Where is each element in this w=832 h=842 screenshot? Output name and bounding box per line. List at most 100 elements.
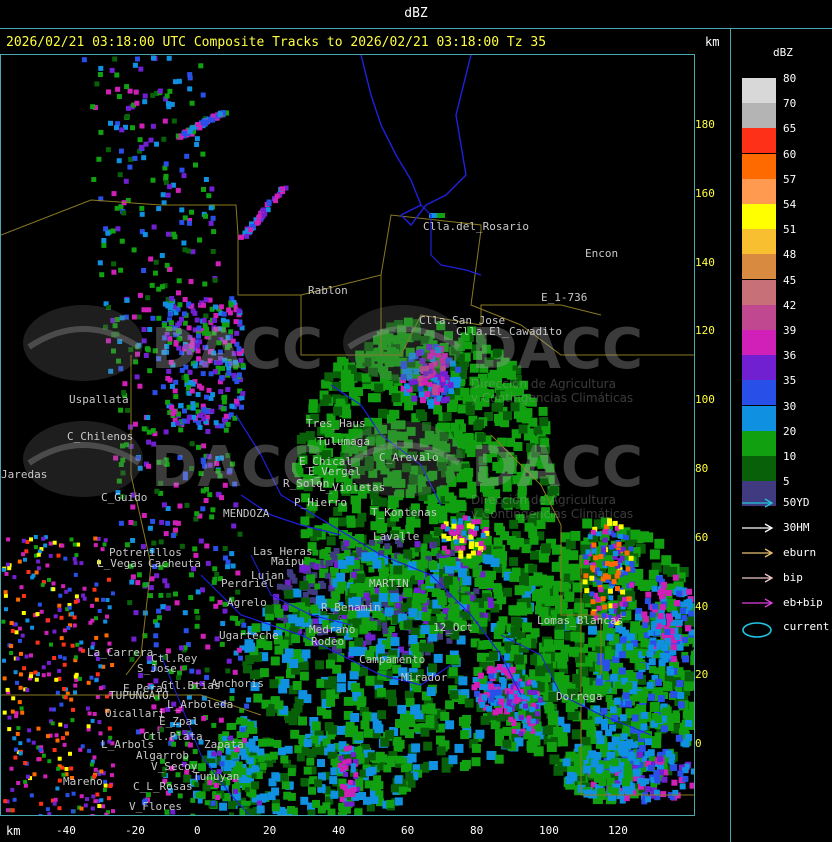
place-label: Ugarteche (219, 629, 279, 642)
track-legend-item: eburn (741, 544, 832, 564)
place-label: Anchoris (211, 677, 264, 690)
place-label: Tres_Haus (306, 417, 366, 430)
track-legend-item: 50YD (741, 494, 832, 514)
place-label: Oicallari (105, 707, 165, 720)
scale-label: 57 (783, 172, 797, 186)
x-tick-label: 40 (332, 824, 346, 837)
place-label: La_Carrera (87, 646, 154, 659)
y-tick-label: 0 (695, 737, 702, 751)
scale-swatch (742, 254, 776, 280)
y-tick-label: 60 (695, 530, 709, 544)
place-label: Rablon (308, 284, 348, 297)
place-label: C_Arevalo (379, 451, 439, 464)
place-label: R_Benamin (321, 601, 381, 614)
place-label: V_Secoy (151, 760, 198, 773)
place-label: Las_Heras (253, 545, 313, 558)
scale-label: 35 (783, 374, 797, 388)
scale-label: 36 (783, 349, 797, 363)
place-label: MARTIN (369, 577, 409, 590)
watermark-tagline: Dirección de Agricultura (471, 493, 616, 507)
current-label: current (783, 620, 830, 633)
place-label: Mirador (401, 671, 448, 684)
scale-swatch (742, 330, 776, 355)
legend-panel: dBZ 80 70 65 60 57 54 51 48 45 42 39 36 35 30 20 10 5 50… (730, 28, 832, 842)
x-tick-label: 20 (263, 824, 277, 837)
scale-label: 5 (783, 475, 790, 489)
scale-swatch (742, 456, 776, 481)
place-label: Mareno (63, 775, 103, 788)
track-legend-item: bip (741, 569, 832, 589)
y-tick-label: 180 (695, 118, 715, 131)
scale-swatch (742, 78, 776, 103)
scale-label: 51 (783, 223, 797, 237)
place-label: Lomas_Blancas (537, 614, 624, 627)
place-label: Lujan (251, 569, 285, 582)
scale-label: 42 (783, 298, 797, 312)
place-label: Lavalle (373, 530, 420, 543)
current-ellipse-icon (742, 622, 772, 638)
x-tick-label: 0 (194, 824, 201, 837)
scale-label: 45 (783, 273, 797, 287)
track-label: bip (783, 571, 803, 584)
units-label-top: km (705, 35, 720, 49)
y-tick-label: 40 (695, 599, 709, 613)
place-label: Clla.El_Cawadito (456, 325, 562, 338)
place-label: 12_Oct (433, 621, 473, 634)
scale-swatch (742, 304, 776, 330)
scale-label: 48 (783, 248, 797, 262)
scale-label: 65 (783, 122, 797, 136)
place-label: P_Hierro (294, 496, 347, 509)
place-label: R_Solon (283, 477, 330, 490)
place-label: Uspallata (69, 393, 129, 406)
x-tick-label: -20 (125, 824, 145, 837)
scale-label: 54 (783, 198, 797, 211)
scale-swatch (742, 430, 776, 456)
y-tick-label: 140 (695, 255, 715, 269)
place-label: L_Arboleda (167, 698, 234, 711)
place-label: TUPUNGATO (109, 689, 169, 702)
place-label: S_Jose (137, 662, 177, 675)
place-label: C_L_Rosas (133, 780, 193, 793)
place-label: Encon (585, 247, 619, 260)
x-tick-label: 100 (539, 824, 559, 837)
place-label: E_Zpal (159, 715, 199, 728)
place-label: Cacheuta (148, 557, 201, 570)
scale-label: 60 (783, 147, 797, 161)
scale-label: 39 (783, 324, 797, 337)
scale-label: 80 (783, 72, 797, 85)
track-arrow-icon (742, 548, 774, 558)
current-track-legend: current (741, 618, 832, 638)
track-legend-item: eb+bip (741, 594, 832, 614)
product-title: dBZ (404, 6, 428, 21)
track-arrow-icon (742, 523, 774, 533)
place-label: C_Chilenos (67, 430, 134, 443)
x-tick-label: 60 (401, 824, 415, 837)
place-label: MENDOZA (223, 507, 270, 520)
place-label: Clla.del_Rosario (423, 220, 529, 233)
track-label: 30HM (783, 521, 810, 534)
radar-map[interactable]: DACC DACC DACC DACC Dirección de Agricul… (0, 54, 695, 816)
place-label: Dorrega (556, 690, 603, 703)
scale-label: 20 (783, 424, 797, 438)
y-tick-label: 100 (695, 393, 715, 407)
track-legend-item: 30HM (741, 519, 832, 539)
place-label: E_1-736 (541, 291, 588, 304)
watermark-name: DACC (471, 435, 644, 500)
scale-label: 70 (783, 97, 797, 111)
place-label: Tulumaga (317, 435, 370, 448)
place-label: C_Guido (101, 491, 148, 504)
scale-label: 30 (783, 399, 797, 413)
place-label: Agrelo (227, 596, 267, 609)
track-arrow-icon (742, 573, 774, 583)
y-tick-label: 160 (695, 186, 715, 200)
legend-title: dBZ (773, 46, 793, 59)
units-label-bottom: km (6, 824, 21, 838)
watermark-logo-icon (23, 305, 143, 381)
scale-swatch (742, 279, 776, 305)
place-label: L_Vegas (97, 557, 144, 570)
place-label: Campamento (359, 653, 426, 666)
time-range-header: 2026/02/21 03:18:00 UTC Composite Tracks… (6, 35, 547, 50)
track-arrow-icon (742, 498, 774, 508)
place-label: Zapata (204, 738, 244, 751)
scale-swatch (742, 355, 776, 381)
